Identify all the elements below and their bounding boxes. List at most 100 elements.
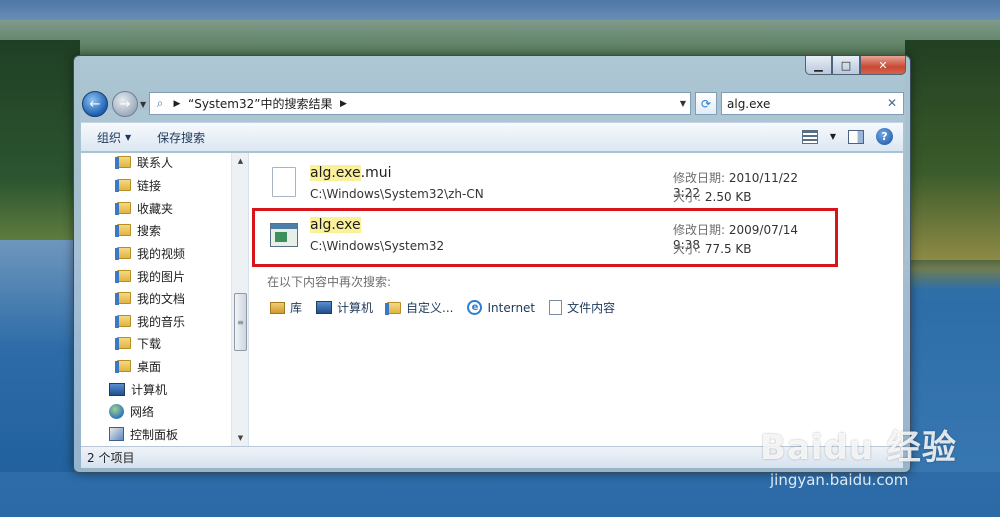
result-size: 大小: 2.50 KB	[673, 188, 752, 205]
scroll-down-icon[interactable]: ▼	[232, 430, 248, 446]
nav-item-desktop[interactable]: 桌面	[115, 356, 162, 376]
search-again-label: 计算机	[337, 301, 374, 315]
nav-item-control-panel[interactable]: 控制面板	[109, 424, 178, 444]
baidu-watermark: Baidu 经验 jingyan.baidu.com	[760, 420, 957, 489]
library-icon	[270, 301, 285, 314]
navigation-pane: 联系人 链接 收藏夹 搜索 我的视频 我的图片 我的文档 我的音乐 下载 桌面 …	[81, 153, 249, 446]
chevron-down-icon: ▼	[125, 132, 132, 142]
result-item[interactable]: alg.exe.mui C:\Windows\System32\zh-CN 修改…	[264, 159, 824, 211]
caption-buttons: ▁ □ ✕	[805, 56, 906, 75]
nav-item-label: 我的图片	[137, 269, 186, 284]
nav-item-searches[interactable]: 搜索	[115, 220, 162, 240]
desktop-trees-left	[0, 40, 80, 240]
nav-item-pictures[interactable]: 我的图片	[115, 266, 186, 286]
nav-item-documents[interactable]: 我的文档	[115, 288, 186, 308]
nav-item-computer[interactable]: 计算机	[109, 379, 167, 399]
organize-label: 组织	[97, 130, 122, 145]
document-icon	[549, 300, 563, 315]
computer-icon	[316, 301, 333, 314]
view-controls: ▼ ?	[801, 128, 893, 145]
results-pane: alg.exe.mui C:\Windows\System32\zh-CN 修改…	[250, 153, 903, 446]
help-icon[interactable]: ?	[876, 128, 893, 145]
nav-item-label: 收藏夹	[137, 201, 174, 216]
folder-icon	[115, 270, 131, 283]
search-again-label: Internet	[487, 300, 536, 315]
folder-icon	[115, 360, 131, 373]
organize-button[interactable]: 组织 ▼	[87, 129, 141, 146]
breadcrumb-separator-icon[interactable]: ▶	[336, 99, 350, 109]
folder-icon	[115, 292, 131, 305]
forward-button[interactable]: →	[112, 91, 138, 117]
nav-item-links[interactable]: 链接	[115, 175, 162, 195]
nav-item-label: 链接	[137, 178, 162, 193]
search-again-options: 库 计算机 自定义... e Internet 文件内容	[270, 299, 615, 316]
nav-item-label: 我的文档	[137, 291, 186, 306]
explorer-panes: 联系人 链接 收藏夹 搜索 我的视频 我的图片 我的文档 我的音乐 下载 桌面 …	[81, 153, 903, 446]
nav-item-label: 控制面板	[130, 427, 179, 442]
scrollbar-thumb[interactable]: ≡	[234, 293, 247, 351]
view-dropdown-icon[interactable]: ▼	[830, 132, 836, 141]
nav-item-music[interactable]: 我的音乐	[115, 311, 186, 331]
address-bar[interactable]: ⌕ ▶ “System32”中的搜索结果 ▶ ▼	[149, 92, 691, 115]
search-again-computer[interactable]: 计算机	[316, 299, 373, 316]
breadcrumb-search-results[interactable]: “System32”中的搜索结果	[184, 95, 336, 112]
change-view-icon[interactable]	[801, 129, 818, 144]
nav-item-videos[interactable]: 我的视频	[115, 243, 186, 263]
folder-icon	[115, 156, 131, 169]
nav-item-label: 桌面	[137, 359, 162, 374]
size-value: 2.50 KB	[704, 190, 752, 204]
maximize-button[interactable]: □	[832, 56, 860, 75]
watermark-logo: Baidu 经验	[760, 428, 957, 468]
nav-item-label: 我的视频	[137, 246, 186, 261]
command-bar: 组织 ▼ 保存搜索 ▼ ?	[81, 122, 903, 152]
modified-label: 修改日期:	[673, 171, 726, 185]
search-again-internet[interactable]: e Internet	[467, 300, 535, 315]
result-name: alg.exe.mui	[310, 165, 392, 181]
navigation-scrollbar[interactable]: ▲ ≡ ▼	[231, 153, 248, 446]
search-hit-highlight: alg.exe	[310, 165, 361, 181]
result-path: C:\Windows\System32\zh-CN	[310, 187, 484, 201]
search-again-heading: 在以下内容中再次搜索:	[267, 275, 392, 289]
breadcrumb-separator-icon[interactable]: ▶	[170, 99, 184, 109]
nav-item-network[interactable]: 网络	[109, 401, 154, 421]
nav-item-label: 计算机	[131, 382, 168, 397]
result-name-suffix: .mui	[360, 165, 392, 181]
close-button[interactable]: ✕	[860, 56, 906, 75]
folder-icon	[115, 224, 131, 237]
folder-icon	[115, 337, 131, 350]
search-again-custom[interactable]: 自定义...	[385, 299, 453, 316]
nav-item-downloads[interactable]: 下载	[115, 333, 162, 353]
recent-pages-dropdown[interactable]: ▼	[140, 100, 146, 109]
folder-icon	[115, 202, 131, 215]
scroll-up-icon[interactable]: ▲	[232, 153, 248, 169]
search-again-libraries[interactable]: 库	[270, 299, 302, 316]
search-input[interactable]	[727, 96, 877, 111]
address-dropdown-icon[interactable]: ▼	[680, 99, 686, 108]
search-again-file-contents[interactable]: 文件内容	[549, 299, 615, 316]
search-box[interactable]: ✕	[721, 92, 904, 115]
clear-search-icon[interactable]: ✕	[887, 96, 897, 110]
preview-pane-icon[interactable]	[848, 129, 864, 144]
watermark-url: jingyan.baidu.com	[770, 471, 909, 489]
nav-item-label: 下载	[137, 336, 162, 351]
network-icon	[109, 403, 124, 419]
search-folder-icon: ⌕	[156, 96, 164, 110]
nav-item-label: 网络	[130, 404, 155, 419]
nav-item-label: 搜索	[137, 223, 162, 238]
save-search-button[interactable]: 保存搜索	[147, 129, 215, 146]
nav-item-contacts[interactable]: 联系人	[115, 153, 174, 172]
computer-icon	[109, 382, 125, 396]
size-label: 大小:	[673, 190, 702, 204]
desktop-trees-right	[905, 40, 1000, 260]
nav-item-favorites[interactable]: 收藏夹	[115, 198, 174, 218]
control-panel-icon	[109, 427, 124, 441]
minimize-button[interactable]: ▁	[805, 56, 832, 75]
search-again-label: 文件内容	[567, 301, 616, 315]
nav-item-label: 我的音乐	[137, 314, 186, 329]
back-button[interactable]: ←	[82, 91, 108, 117]
nav-item-label: 联系人	[137, 155, 174, 170]
refresh-button[interactable]: ⟳	[695, 92, 717, 115]
file-icon	[272, 167, 296, 197]
folder-icon	[115, 315, 131, 328]
internet-explorer-icon: e	[467, 300, 483, 315]
